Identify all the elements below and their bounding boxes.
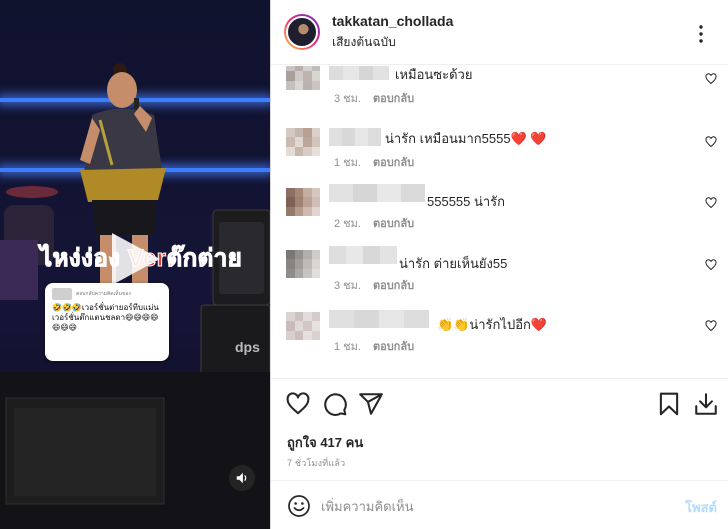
download-icon[interactable] xyxy=(693,391,719,417)
comment-username[interactable] xyxy=(329,128,381,146)
heart-icon[interactable] xyxy=(705,73,717,85)
post-timestamp: 7 ชั่วโมงที่แล้ว xyxy=(287,458,346,468)
share-icon[interactable] xyxy=(358,391,384,417)
comment-text: น่ารัก ต่ายเห็นยัง55 xyxy=(399,256,508,271)
bookmark-icon[interactable] xyxy=(656,391,682,417)
more-vertical-icon xyxy=(699,25,703,43)
add-comment-bar: โพสต์ xyxy=(271,480,728,529)
audio-label[interactable]: เสียงต้นฉบับ xyxy=(332,33,453,52)
more-options-button[interactable] xyxy=(691,24,711,44)
post-video[interactable]: dps ไหง่ง่อง Verต๊กต่าย ตอบกลับความคิดเห… xyxy=(0,0,270,529)
play-icon[interactable] xyxy=(104,229,164,289)
post-header: takkatan_chollada เสียงต้นฉบับ xyxy=(271,0,728,65)
comment-item: 555555 น่ารัก 2 ชม. ตอบกลับ xyxy=(271,184,728,240)
sticker-title: ตอบกลับความคิดเห็นของ xyxy=(76,291,131,297)
comment-time: 1 ชม. xyxy=(334,157,361,169)
sticker-text: 🤣🤣🤣เวอร์ชั่นต่ายอร์ทีบแม่นเวอร์ชั่นต๊กแต… xyxy=(52,303,159,332)
action-bar xyxy=(271,391,728,421)
comment-avatar[interactable] xyxy=(286,312,320,340)
comment-text: 👏👏น่ารักไปอีก❤️ xyxy=(437,317,548,332)
comment-text: 555555 น่ารัก xyxy=(427,194,506,209)
mute-button[interactable] xyxy=(229,465,255,491)
reply-comment-sticker: ตอบกลับความคิดเห็นของ 🤣🤣🤣เวอร์ชั่นต่ายอร… xyxy=(45,283,169,361)
username-link[interactable]: takkatan_chollada xyxy=(332,13,453,29)
reply-button[interactable]: ตอบกลับ xyxy=(373,337,414,355)
reply-button[interactable]: ตอบกลับ xyxy=(373,214,414,232)
comment-username[interactable] xyxy=(329,66,389,80)
comment-item: เหมือนซะด้วย 3 ชม. ตอบกลับ xyxy=(271,66,728,114)
post-actions-section: ถูกใจ 417 คน 7 ชั่วโมงที่แล้ว xyxy=(271,378,728,468)
comment-avatar[interactable] xyxy=(286,188,320,216)
comment-text: เหมือนซะด้วย xyxy=(395,67,473,82)
comment-username[interactable] xyxy=(329,310,429,328)
comment-icon[interactable] xyxy=(322,391,348,417)
comment-username[interactable] xyxy=(329,184,425,202)
comment-avatar[interactable] xyxy=(286,66,320,90)
sticker-avatar xyxy=(52,288,72,300)
comment-input[interactable] xyxy=(321,495,641,517)
comment-time: 1 ชม. xyxy=(334,341,361,353)
svg-text:dps: dps xyxy=(235,339,260,355)
post-side-panel: takkatan_chollada เสียงต้นฉบับ เหมือนซะด… xyxy=(270,0,728,529)
comment-list[interactable]: เหมือนซะด้วย 3 ชม. ตอบกลับ น่ารัก เหมือน… xyxy=(271,66,728,378)
post-comment-button[interactable]: โพสต์ xyxy=(685,497,717,518)
like-heart-icon[interactable] xyxy=(285,391,311,417)
avatar[interactable] xyxy=(284,14,320,50)
reply-button[interactable]: ตอบกลับ xyxy=(373,276,414,294)
comment-avatar[interactable] xyxy=(286,250,320,278)
heart-icon[interactable] xyxy=(705,320,717,332)
comment-avatar[interactable] xyxy=(286,128,320,156)
heart-icon[interactable] xyxy=(705,136,717,148)
instagram-post-modal: dps ไหง่ง่อง Verต๊กต่าย ตอบกลับความคิดเห… xyxy=(0,0,728,529)
heart-icon[interactable] xyxy=(705,197,717,209)
comment-time: 2 ชม. xyxy=(334,218,361,230)
speaker-icon xyxy=(236,472,247,484)
comment-item: น่ารัก เหมือนมาก5555❤️ ❤️ 1 ชม. ตอบกลับ xyxy=(271,124,728,180)
comment-item: 👏👏น่ารักไปอีก❤️ 1 ชม. ตอบกลับ xyxy=(271,306,728,362)
comment-item: น่ารัก ต่ายเห็นยัง55 3 ชม. ตอบกลับ xyxy=(271,246,728,302)
heart-icon[interactable] xyxy=(705,259,717,271)
emoji-icon[interactable] xyxy=(287,494,311,518)
comment-time: 3 ชม. xyxy=(334,93,361,105)
comment-text: น่ารัก เหมือนมาก5555❤️ ❤️ xyxy=(385,131,547,146)
comment-time: 3 ชม. xyxy=(334,280,361,292)
comment-username[interactable] xyxy=(329,246,397,264)
reply-button[interactable]: ตอบกลับ xyxy=(373,89,414,107)
reply-button[interactable]: ตอบกลับ xyxy=(373,153,414,171)
likes-count[interactable]: ถูกใจ 417 คน xyxy=(287,432,363,453)
